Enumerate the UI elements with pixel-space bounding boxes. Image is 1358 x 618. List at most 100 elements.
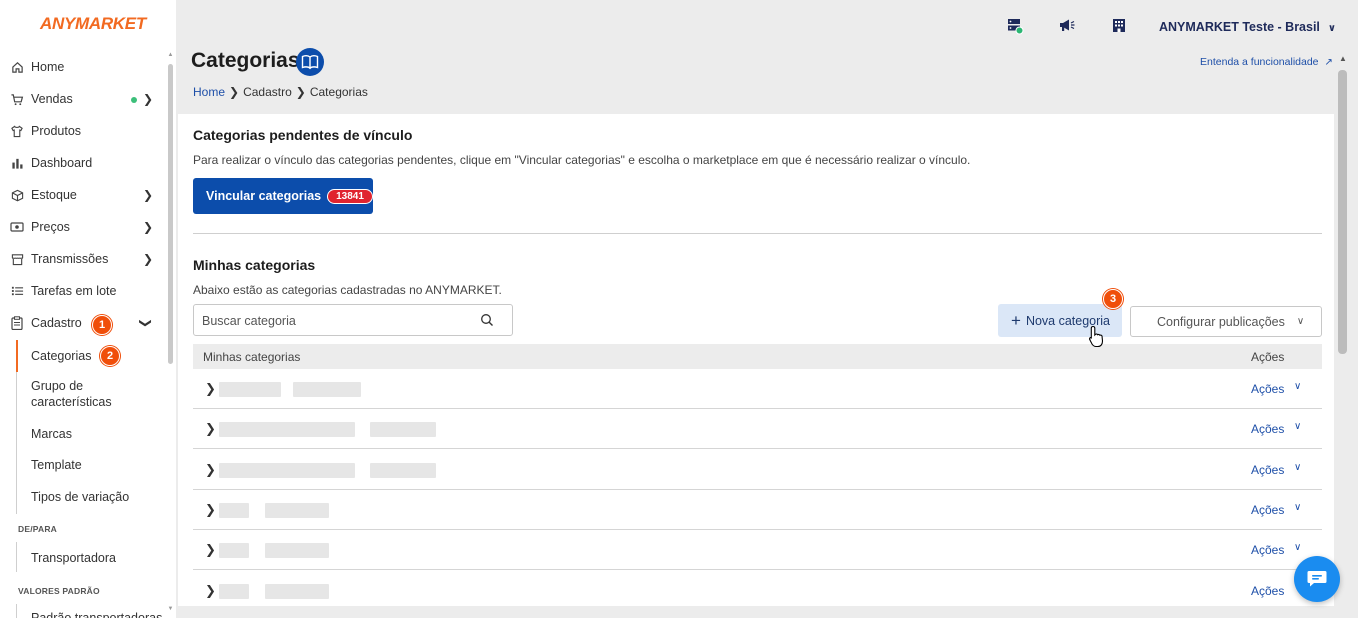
book-icon[interactable] bbox=[296, 48, 324, 76]
table-row[interactable]: ❯ Ações bbox=[193, 571, 1322, 606]
sidebar-item-transmissoes[interactable]: Transmissões ❯ bbox=[0, 244, 165, 274]
sidebar-subitem-grupo-caracteristicas[interactable]: Grupo de características bbox=[16, 372, 164, 420]
scroll-up-icon[interactable]: ▲ bbox=[1339, 54, 1347, 63]
sidebar-item-estoque[interactable]: Estoque ❯ bbox=[0, 180, 165, 210]
sidebar-subitem-template[interactable]: Template bbox=[16, 452, 164, 484]
help-link[interactable]: Entenda a funcionalidade ↗ bbox=[1200, 56, 1333, 68]
scroll-down-icon[interactable]: ▼ bbox=[167, 606, 174, 612]
chat-button[interactable] bbox=[1294, 556, 1340, 602]
pending-description: Para realizar o vínculo das categorias p… bbox=[193, 153, 971, 167]
link-categories-label: Vincular categorias bbox=[206, 189, 322, 203]
sidebar-subitem-padrao-transportadoras[interactable]: Padrão transportadoras bbox=[16, 604, 164, 618]
table-row[interactable]: ❯ Ações ∨ bbox=[193, 490, 1322, 530]
table-row[interactable]: ❯ Ações ∨ bbox=[193, 369, 1322, 409]
table-row[interactable]: ❯ Ações ∨ bbox=[193, 530, 1322, 570]
sidebar-item-precos[interactable]: Preços ❯ bbox=[0, 212, 165, 242]
server-check-icon[interactable] bbox=[1007, 18, 1024, 35]
chevron-right-icon: ❯ bbox=[142, 220, 153, 234]
redacted-text bbox=[219, 543, 249, 558]
sidebar-subitem-transportadora[interactable]: Transportadora bbox=[16, 542, 164, 572]
column-header-actions: Ações bbox=[1251, 350, 1285, 364]
external-link-icon: ↗ bbox=[1324, 57, 1333, 68]
step-badge-1: 1 bbox=[92, 315, 112, 335]
configure-publications-label: Configurar publicações bbox=[1157, 314, 1285, 329]
breadcrumb-home[interactable]: Home bbox=[193, 85, 225, 99]
sidebar-item-tarefas[interactable]: Tarefas em lote bbox=[0, 276, 165, 306]
chevron-right-icon[interactable]: ❯ bbox=[205, 542, 216, 558]
chevron-down-icon[interactable]: ∨ bbox=[1294, 502, 1301, 513]
configure-publications-button[interactable]: Configurar publicações ∨ bbox=[1130, 306, 1322, 337]
sidebar-item-label: Tarefas em lote bbox=[31, 284, 117, 298]
sidebar-item-vendas[interactable]: Vendas ❯ bbox=[0, 84, 165, 114]
store-icon bbox=[10, 252, 24, 266]
row-actions-button[interactable]: Ações bbox=[1251, 543, 1284, 557]
breadcrumb-cadastro[interactable]: Cadastro bbox=[243, 85, 292, 99]
sidebar-item-produtos[interactable]: Produtos bbox=[0, 116, 165, 146]
chevron-down-icon: ∨ bbox=[1327, 23, 1337, 34]
scroll-thumb[interactable] bbox=[1338, 70, 1347, 354]
building-icon[interactable] bbox=[1112, 18, 1128, 34]
pending-count-badge: 13841 bbox=[327, 188, 373, 204]
sidebar-subitem-tipos-variacao[interactable]: Tipos de variação bbox=[16, 484, 164, 514]
row-actions-button[interactable]: Ações bbox=[1251, 422, 1284, 436]
section-label-valores: VALORES PADRÃO bbox=[18, 586, 100, 596]
table-header: Minhas categorias Ações bbox=[193, 344, 1322, 369]
table-row[interactable]: ❯ Ações ∨ bbox=[193, 450, 1322, 490]
redacted-text bbox=[265, 584, 329, 599]
bar-chart-icon bbox=[10, 156, 24, 170]
table-row[interactable]: ❯ Ações ∨ bbox=[193, 409, 1322, 449]
link-categories-button[interactable]: Vincular categorias 13841 bbox=[193, 178, 373, 214]
sidebar-subitem-categorias[interactable]: Categorias bbox=[16, 340, 164, 372]
scroll-up-icon[interactable]: ▲ bbox=[167, 52, 174, 58]
row-actions-button[interactable]: Ações bbox=[1251, 503, 1284, 517]
step-badge-2: 2 bbox=[100, 346, 120, 366]
sidebar-item-label: Estoque bbox=[31, 188, 77, 202]
chevron-down-icon[interactable]: ∨ bbox=[1294, 462, 1301, 473]
chevron-right-icon[interactable]: ❯ bbox=[205, 381, 216, 397]
main-scrollbar[interactable]: ▲ bbox=[1337, 52, 1349, 608]
redacted-text bbox=[219, 463, 355, 478]
shirt-icon bbox=[10, 124, 24, 138]
search-input[interactable] bbox=[202, 311, 472, 331]
redacted-text bbox=[293, 382, 361, 397]
redacted-text bbox=[219, 422, 355, 437]
chevron-down-icon[interactable]: ∨ bbox=[1294, 421, 1301, 432]
chevron-right-icon[interactable]: ❯ bbox=[205, 583, 216, 599]
logo[interactable]: ANYMARKET bbox=[40, 14, 146, 34]
search-icon[interactable] bbox=[480, 313, 494, 327]
chevron-down-icon: ❯ bbox=[138, 317, 153, 329]
chevron-down-icon[interactable]: ∨ bbox=[1294, 381, 1301, 392]
redacted-text bbox=[265, 543, 329, 558]
page-title: Categorias bbox=[191, 49, 300, 72]
row-actions-button[interactable]: Ações bbox=[1251, 382, 1284, 396]
chevron-right-icon[interactable]: ❯ bbox=[205, 462, 216, 478]
chevron-right-icon[interactable]: ❯ bbox=[205, 421, 216, 437]
help-link-label: Entenda a funcionalidade bbox=[1200, 56, 1319, 68]
chevron-right-icon: ❯ bbox=[142, 188, 153, 202]
my-categories-title: Minhas categorias bbox=[193, 257, 316, 273]
chevron-right-icon[interactable]: ❯ bbox=[205, 502, 216, 518]
step-badge-3: 3 bbox=[1103, 289, 1123, 309]
sidebar-item-label: Transmissões bbox=[31, 252, 109, 266]
status-dot bbox=[131, 97, 137, 103]
row-actions-button[interactable]: Ações bbox=[1251, 463, 1284, 477]
sidebar-scrollbar[interactable]: ▲ ▼ bbox=[167, 52, 174, 614]
chevron-down-icon[interactable]: ∨ bbox=[1294, 542, 1301, 553]
cart-icon bbox=[10, 92, 24, 106]
megaphone-icon[interactable] bbox=[1059, 18, 1075, 34]
home-icon bbox=[10, 60, 24, 74]
sidebar-item-label: Dashboard bbox=[31, 156, 93, 170]
sidebar-item-label: Preços bbox=[31, 220, 70, 234]
sidebar-item-cadastro[interactable]: Cadastro ❯ bbox=[0, 308, 165, 338]
account-menu[interactable]: ANYMARKET Teste - Brasil ∨ bbox=[1159, 20, 1336, 34]
sidebar-item-dashboard[interactable]: Dashboard bbox=[0, 148, 165, 178]
redacted-text bbox=[219, 382, 281, 397]
pending-title: Categorias pendentes de vínculo bbox=[193, 127, 413, 143]
column-header-name: Minhas categorias bbox=[203, 350, 301, 364]
chevron-down-icon: ∨ bbox=[1296, 316, 1305, 327]
sidebar-item-home[interactable]: Home bbox=[0, 52, 165, 82]
row-actions-button[interactable]: Ações bbox=[1251, 584, 1284, 598]
scroll-thumb[interactable] bbox=[168, 64, 173, 364]
sidebar-subitem-marcas[interactable]: Marcas bbox=[16, 420, 164, 452]
clipboard-icon bbox=[10, 316, 24, 330]
